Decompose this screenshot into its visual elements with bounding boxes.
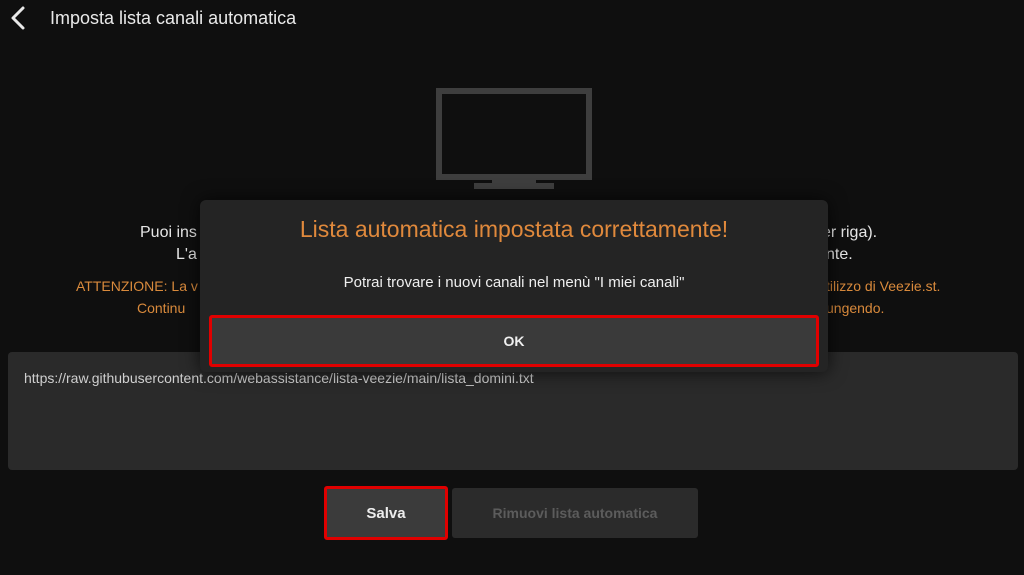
dialog-message: Potrai trovare i nuovi canali nel menù "… — [343, 274, 685, 291]
dialog-title: Lista automatica impostata correttamente… — [299, 216, 729, 242]
success-dialog: Lista automatica impostata correttamente… — [200, 200, 828, 372]
ok-button[interactable]: OK — [209, 315, 819, 367]
screen: Imposta lista canali automatica Puoi ins… — [0, 0, 1024, 575]
